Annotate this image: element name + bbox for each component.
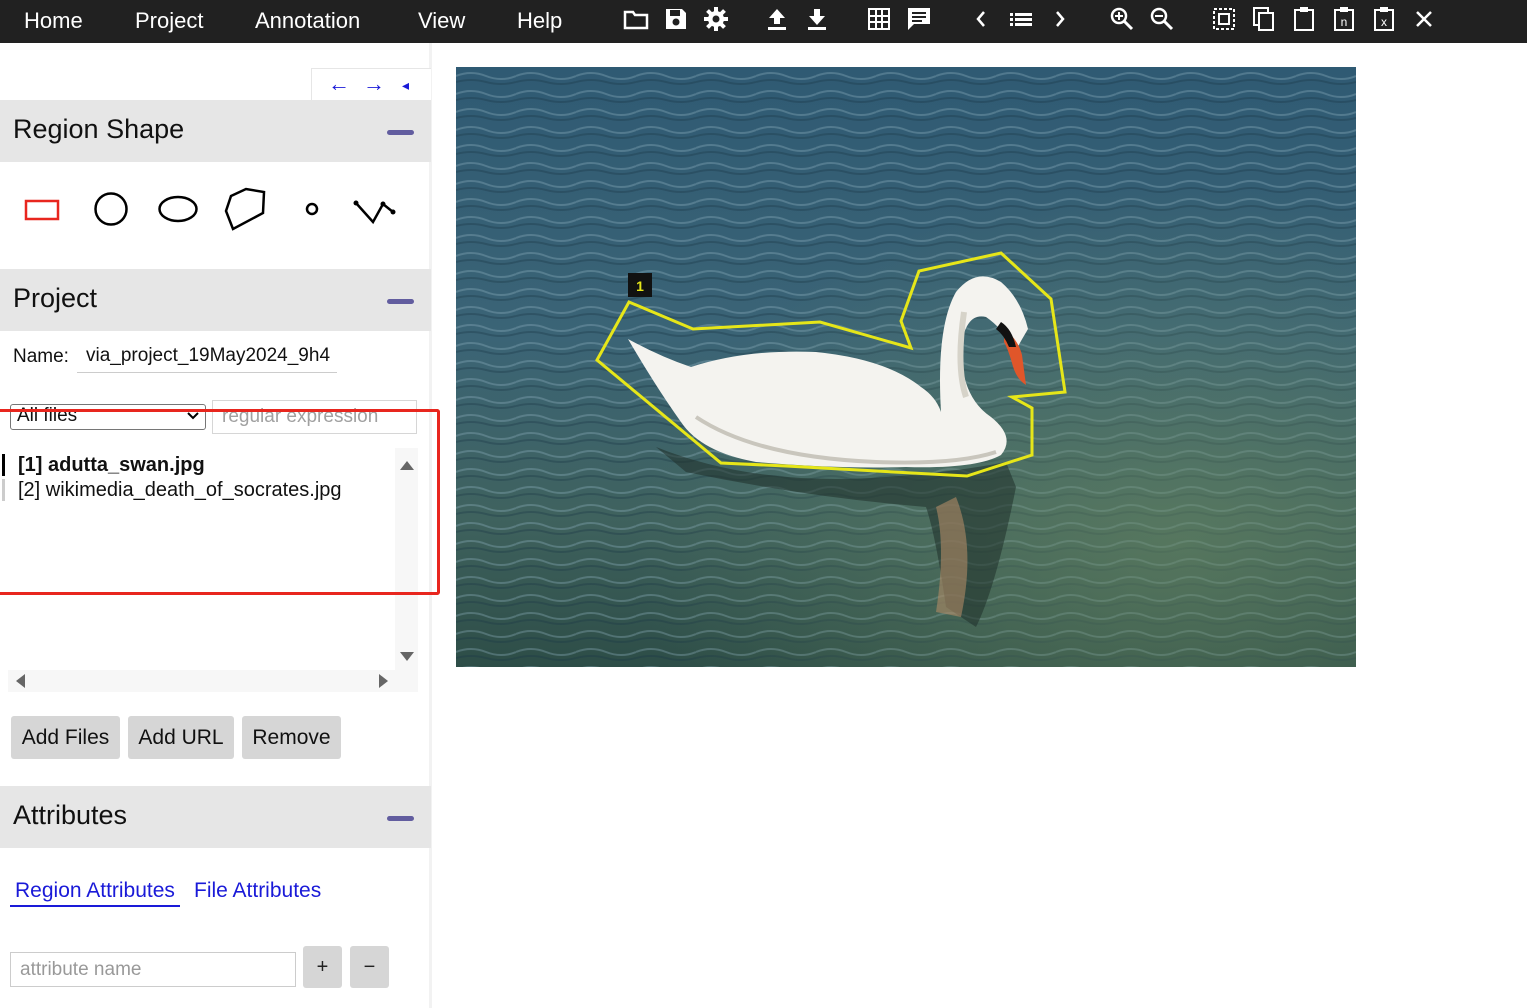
scroll-down-icon[interactable] <box>399 651 415 663</box>
add-attribute-button[interactable]: + <box>303 946 342 988</box>
select-all-icon[interactable] <box>1210 4 1238 34</box>
list-icon[interactable] <box>1007 4 1035 34</box>
panel-left-arrow-icon[interactable]: ← <box>328 71 350 97</box>
collapse-icon[interactable] <box>387 299 414 304</box>
zoom-out-icon[interactable] <box>1148 4 1176 34</box>
comment-icon[interactable] <box>905 4 933 34</box>
region-shape-title: Region Shape <box>13 114 185 144</box>
copy-icon[interactable] <box>1250 4 1278 34</box>
region-shape-header[interactable]: Region Shape <box>0 100 431 162</box>
paste-n-icon[interactable]: n <box>1330 4 1358 34</box>
upload-icon[interactable] <box>763 4 791 34</box>
project-name-input[interactable]: via_project_19May2024_9h4 <box>77 339 337 373</box>
menu-help[interactable]: Help <box>517 0 562 43</box>
project-header[interactable]: Project <box>0 269 431 331</box>
close-icon[interactable] <box>1410 4 1438 34</box>
scroll-left-icon[interactable] <box>14 673 26 689</box>
remove-attribute-button[interactable]: − <box>350 946 389 988</box>
attributes-title: Attributes <box>13 800 128 830</box>
settings-gear-icon[interactable] <box>702 4 730 34</box>
menu-bar: Home Project Annotation View Help n x <box>0 0 1527 43</box>
menu-annotation[interactable]: Annotation <box>255 0 360 43</box>
grid-view-icon[interactable] <box>865 4 893 34</box>
tab-file-attributes[interactable]: File Attributes <box>194 879 321 903</box>
left-sidebar: ← → ◂ Region Shape Project Name: via_pro… <box>0 43 440 1008</box>
tab-region-attributes[interactable]: Region Attributes <box>10 879 180 907</box>
menu-project[interactable]: Project <box>135 0 203 43</box>
swan-image: 1 <box>456 67 1356 667</box>
attribute-name-placeholder: attribute name <box>20 959 142 980</box>
panel-nav: ← → ◂ <box>311 68 431 100</box>
file-list-horizontal-scrollbar[interactable] <box>8 670 418 692</box>
menu-view[interactable]: View <box>418 0 465 43</box>
paste-icon[interactable] <box>1290 4 1318 34</box>
attribute-name-input[interactable]: attribute name <box>10 952 296 987</box>
add-files-button[interactable]: Add Files <box>11 716 120 759</box>
download-icon[interactable] <box>803 4 831 34</box>
attributes-header[interactable]: Attributes <box>0 786 431 848</box>
project-name-value: via_project_19May2024_9h4 <box>86 345 331 366</box>
add-url-button[interactable]: Add URL <box>128 716 234 759</box>
project-name-label: Name: <box>13 346 69 367</box>
svg-text:x: x <box>1381 15 1387 29</box>
circle-icon[interactable] <box>92 190 130 228</box>
collapse-icon[interactable] <box>387 816 414 821</box>
save-icon[interactable] <box>662 4 690 34</box>
panel-right-arrow-icon[interactable]: → <box>363 71 385 97</box>
point-icon[interactable] <box>303 200 321 218</box>
highlight-box <box>0 409 440 595</box>
scroll-right-icon[interactable] <box>378 673 390 689</box>
polygon-icon[interactable] <box>222 186 268 232</box>
panel-collapse-icon[interactable]: ◂ <box>402 77 409 94</box>
ellipse-icon[interactable] <box>157 194 201 226</box>
project-title: Project <box>13 283 98 313</box>
remove-button[interactable]: Remove <box>242 716 341 759</box>
polyline-icon[interactable] <box>353 195 397 227</box>
svg-text:n: n <box>1341 15 1348 29</box>
folder-open-icon[interactable] <box>622 4 650 34</box>
menu-home[interactable]: Home <box>24 0 83 43</box>
image-canvas[interactable]: 1 <box>456 67 1356 667</box>
rectangle-icon[interactable] <box>24 198 62 222</box>
next-icon[interactable] <box>1046 4 1074 34</box>
collapse-icon[interactable] <box>387 130 414 135</box>
zoom-in-icon[interactable] <box>1108 4 1136 34</box>
region-label: 1 <box>636 278 644 294</box>
prev-icon[interactable] <box>967 4 995 34</box>
paste-x-icon[interactable]: x <box>1370 4 1398 34</box>
